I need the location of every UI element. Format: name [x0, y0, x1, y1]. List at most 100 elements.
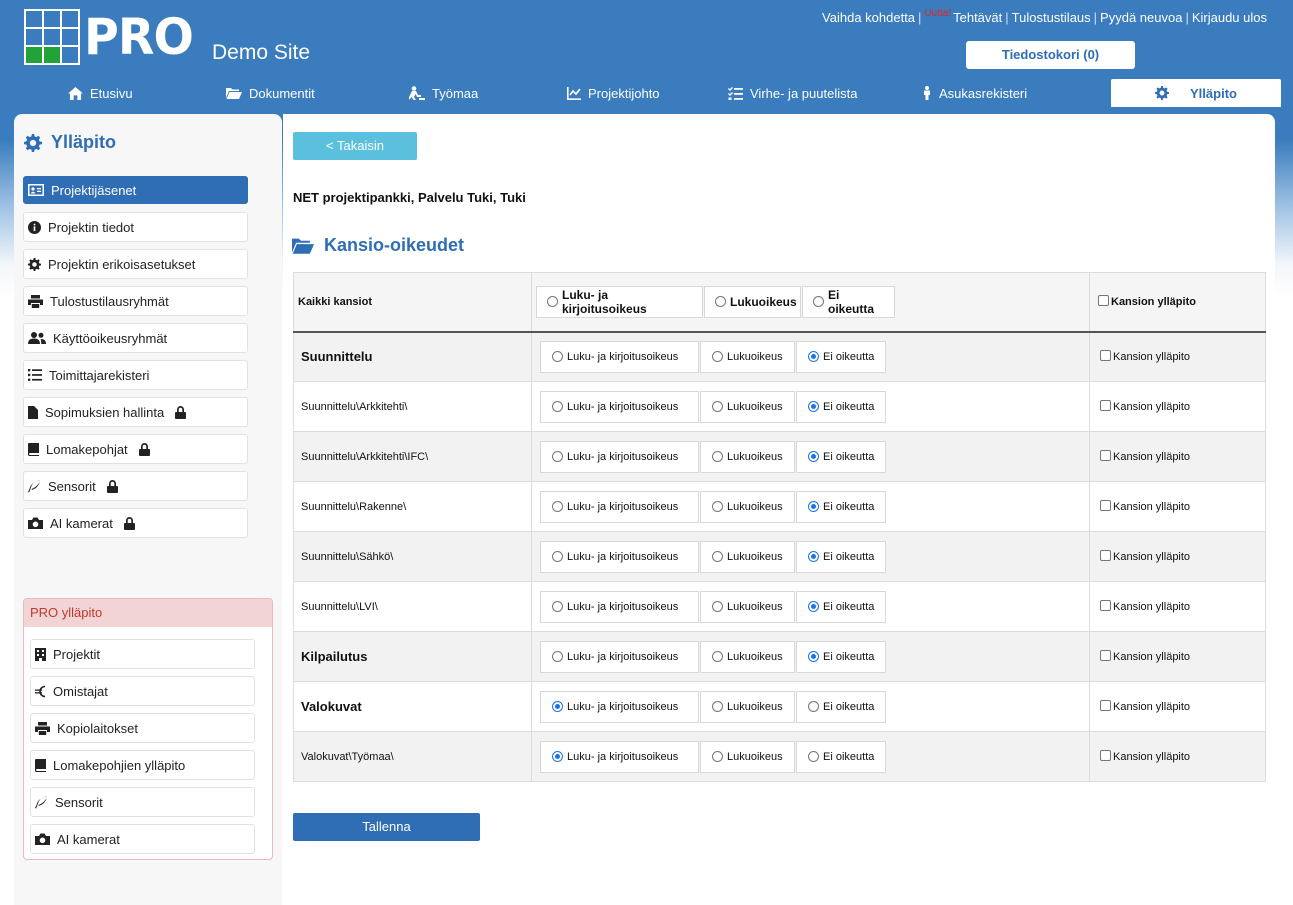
- none-radio[interactable]: [808, 601, 819, 612]
- pro-item-ai-cameras[interactable]: AI kamerat: [30, 824, 255, 854]
- nav-home[interactable]: Etusivu: [68, 79, 133, 107]
- all-rw-radio[interactable]: [547, 296, 558, 308]
- folder-admin-cell[interactable]: Kansion ylläpito: [1089, 531, 1266, 582]
- pro-item-sensors[interactable]: Sensorit: [30, 787, 255, 817]
- folder-admin-cell[interactable]: Kansion ylläpito: [1089, 581, 1266, 632]
- sidebar-item-supplier-register[interactable]: Toimittajarekisteri: [23, 360, 248, 390]
- rw-radio[interactable]: [552, 701, 563, 712]
- read-radio[interactable]: [712, 751, 723, 762]
- rw-radio[interactable]: [552, 501, 563, 512]
- nav-admin[interactable]: Ylläpito: [1111, 79, 1281, 107]
- all-admin-cell[interactable]: Kansion ylläpito: [1089, 272, 1266, 333]
- none-radio[interactable]: [808, 501, 819, 512]
- read-radio[interactable]: [712, 551, 723, 562]
- rw-radio[interactable]: [552, 401, 563, 412]
- nav-residents[interactable]: Asukasrekisteri: [922, 79, 1027, 107]
- read-radio[interactable]: [712, 351, 723, 363]
- pro-item-owners[interactable]: Omistajat: [30, 676, 255, 706]
- none-option[interactable]: Ei oikeutta: [796, 340, 886, 373]
- read-option[interactable]: Lukuoikeus: [700, 690, 795, 723]
- none-option[interactable]: Ei oikeutta: [796, 490, 886, 523]
- read-option[interactable]: Lukuoikeus: [700, 440, 795, 473]
- folder-admin-cell[interactable]: Kansion ylläpito: [1089, 481, 1266, 532]
- none-radio[interactable]: [808, 651, 819, 662]
- nav-project-management[interactable]: Projektijohto: [567, 79, 660, 107]
- folder-admin-cell[interactable]: Kansion ylläpito: [1089, 681, 1266, 732]
- rw-radio[interactable]: [552, 451, 563, 462]
- rw-option[interactable]: Luku- ja kirjoitusoikeus: [540, 390, 699, 423]
- none-radio[interactable]: [808, 701, 819, 712]
- sidebar-item-project-members[interactable]: Projektijäsenet: [23, 176, 248, 204]
- read-option[interactable]: Lukuoikeus: [700, 740, 795, 773]
- read-radio[interactable]: [712, 601, 723, 612]
- none-option[interactable]: Ei oikeutta: [796, 440, 886, 473]
- none-option[interactable]: Ei oikeutta: [796, 390, 886, 423]
- none-radio[interactable]: [808, 751, 819, 762]
- nav-documents[interactable]: Dokumentit: [226, 79, 315, 107]
- none-radio[interactable]: [808, 401, 819, 412]
- tasks-link[interactable]: Tehtävät: [953, 10, 1002, 25]
- folder-admin-cell[interactable]: Kansion ylläpito: [1089, 381, 1266, 432]
- pro-logo[interactable]: PRO: [24, 9, 199, 65]
- rw-option[interactable]: Luku- ja kirjoitusoikeus: [540, 440, 699, 473]
- pro-item-copy-shops[interactable]: Kopiolaitokset: [30, 713, 255, 743]
- rw-option[interactable]: Luku- ja kirjoitusoikeus: [540, 740, 699, 773]
- all-none-option[interactable]: Ei oikeutta: [802, 285, 895, 318]
- folder-admin-cell[interactable]: Kansion ylläpito: [1089, 731, 1266, 782]
- sidebar-item-special-settings[interactable]: Projektin erikoisasetukset: [23, 249, 248, 279]
- read-radio[interactable]: [712, 451, 723, 462]
- read-option[interactable]: Lukuoikeus: [700, 590, 795, 623]
- none-option[interactable]: Ei oikeutta: [796, 690, 886, 723]
- read-radio[interactable]: [712, 701, 723, 712]
- ask-advice-link[interactable]: Pyydä neuvoa: [1100, 10, 1182, 25]
- all-read-option[interactable]: Lukuoikeus: [704, 285, 801, 318]
- rw-radio[interactable]: [552, 751, 563, 762]
- pro-item-projects[interactable]: Projektit: [30, 639, 255, 669]
- rw-option[interactable]: Luku- ja kirjoitusoikeus: [540, 690, 699, 723]
- rw-option[interactable]: Luku- ja kirjoitusoikeus: [540, 340, 699, 373]
- none-radio[interactable]: [808, 351, 819, 363]
- read-option[interactable]: Lukuoikeus: [700, 340, 795, 373]
- folder-admin-checkbox[interactable]: [1100, 400, 1111, 411]
- sidebar-item-print-order-groups[interactable]: Tulostustilausryhmät: [23, 286, 248, 316]
- file-basket-button[interactable]: Tiedostokori (0): [966, 41, 1135, 69]
- rw-radio[interactable]: [552, 651, 563, 662]
- sidebar-item-ai-cameras[interactable]: AI kamerat: [23, 508, 248, 538]
- none-option[interactable]: Ei oikeutta: [796, 640, 886, 673]
- folder-admin-checkbox[interactable]: [1100, 600, 1111, 611]
- save-button[interactable]: Tallenna: [293, 813, 480, 841]
- rw-option[interactable]: Luku- ja kirjoitusoikeus: [540, 540, 699, 573]
- rw-radio[interactable]: [552, 601, 563, 612]
- sidebar-item-sensors[interactable]: Sensorit: [23, 471, 248, 501]
- read-radio[interactable]: [712, 501, 723, 512]
- pro-item-form-templates-admin[interactable]: Lomakepohjien ylläpito: [30, 750, 255, 780]
- folder-admin-checkbox[interactable]: [1100, 350, 1111, 362]
- read-radio[interactable]: [712, 401, 723, 412]
- nav-worksite[interactable]: Työmaa: [409, 79, 478, 107]
- read-option[interactable]: Lukuoikeus: [700, 540, 795, 573]
- rw-radio[interactable]: [552, 351, 563, 363]
- rw-option[interactable]: Luku- ja kirjoitusoikeus: [540, 490, 699, 523]
- nav-defects[interactable]: Virhe- ja puutelista: [728, 79, 857, 107]
- folder-admin-checkbox[interactable]: [1100, 750, 1111, 761]
- sidebar-item-access-groups[interactable]: Käyttöoikeusryhmät: [23, 323, 248, 353]
- all-none-radio[interactable]: [813, 296, 824, 308]
- folder-admin-checkbox[interactable]: [1100, 550, 1111, 561]
- sidebar-item-contracts[interactable]: Sopimuksien hallinta: [23, 397, 248, 427]
- all-read-radio[interactable]: [715, 296, 726, 308]
- rw-option[interactable]: Luku- ja kirjoitusoikeus: [540, 640, 699, 673]
- change-site-link[interactable]: Vaihda kohdetta: [822, 10, 915, 25]
- sidebar-item-project-info[interactable]: Projektin tiedot: [23, 212, 248, 242]
- folder-admin-cell[interactable]: Kansion ylläpito: [1089, 331, 1266, 382]
- none-radio[interactable]: [808, 451, 819, 462]
- none-radio[interactable]: [808, 551, 819, 562]
- rw-radio[interactable]: [552, 551, 563, 562]
- sidebar-item-form-templates[interactable]: Lomakepohjat: [23, 434, 248, 464]
- logout-link[interactable]: Kirjaudu ulos: [1192, 10, 1267, 25]
- print-order-link[interactable]: Tulostustilaus: [1012, 10, 1091, 25]
- folder-admin-checkbox[interactable]: [1100, 650, 1111, 661]
- folder-admin-cell[interactable]: Kansion ylläpito: [1089, 431, 1266, 482]
- none-option[interactable]: Ei oikeutta: [796, 740, 886, 773]
- back-button[interactable]: < Takaisin: [293, 132, 417, 160]
- read-radio[interactable]: [712, 651, 723, 662]
